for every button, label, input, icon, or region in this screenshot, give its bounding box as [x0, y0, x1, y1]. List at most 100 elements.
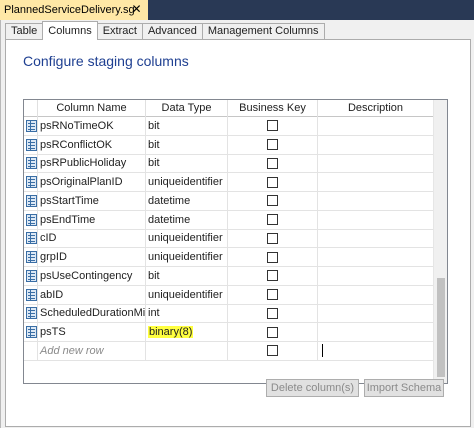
description-cell[interactable] [318, 285, 434, 304]
business-key-cell[interactable] [228, 117, 318, 135]
business-key-checkbox[interactable] [267, 251, 278, 263]
new-row-type-cell[interactable] [146, 342, 228, 360]
tab-advanced[interactable]: Advanced [141, 23, 203, 40]
table-row[interactable]: psRConflictOK bit [24, 135, 434, 155]
row-selector[interactable] [24, 267, 38, 285]
table-row[interactable]: psUseContingency bit [24, 267, 434, 286]
vertical-scrollbar[interactable] [433, 100, 447, 383]
table-row[interactable]: grpID uniqueidentifier [24, 248, 434, 267]
tab-management-columns[interactable]: Management Columns [201, 23, 325, 40]
table-row[interactable]: psRNoTimeOK bit [24, 117, 434, 136]
description-cell[interactable] [318, 229, 434, 248]
column-name-cell[interactable]: psRConflictOK [38, 135, 146, 154]
business-key-cell[interactable] [228, 285, 318, 304]
description-cell[interactable] [318, 267, 434, 285]
description-cell[interactable] [318, 192, 434, 210]
description-cell[interactable] [318, 117, 434, 135]
business-key-cell[interactable] [228, 192, 318, 210]
row-selector[interactable] [24, 173, 38, 191]
table-row[interactable]: abID uniqueidentifier [24, 285, 434, 305]
table-row[interactable]: psEndTime datetime [24, 210, 434, 230]
data-type-cell[interactable]: uniqueidentifier [146, 229, 228, 248]
business-key-checkbox[interactable] [267, 214, 278, 226]
table-row[interactable]: psRPublicHoliday bit [24, 154, 434, 174]
business-key-checkbox[interactable] [267, 289, 278, 301]
business-key-checkbox[interactable] [267, 157, 278, 169]
data-type-cell[interactable]: uniqueidentifier [146, 248, 228, 266]
column-name-cell[interactable]: cID [38, 229, 146, 248]
table-row[interactable]: psOriginalPlanID uniqueidentifier [24, 173, 434, 192]
delete-columns-button[interactable]: Delete column(s) [266, 379, 359, 397]
business-key-checkbox[interactable] [267, 345, 278, 357]
data-type-cell[interactable]: datetime [146, 210, 228, 229]
column-name-cell[interactable]: psRPublicHoliday [38, 154, 146, 173]
table-row[interactable]: psTS binary(8) [24, 323, 434, 342]
header-business-key[interactable]: Business Key [228, 100, 318, 117]
column-name-cell[interactable]: psTS [38, 323, 146, 341]
description-cell[interactable] [318, 323, 434, 341]
row-selector[interactable] [24, 210, 38, 229]
data-type-cell[interactable]: uniqueidentifier [146, 173, 228, 191]
new-row-name-cell[interactable]: Add new row [38, 342, 146, 360]
business-key-cell[interactable] [228, 323, 318, 341]
tab-columns[interactable]: Columns [42, 21, 98, 40]
data-type-cell[interactable]: binary(8) [146, 323, 228, 341]
column-name-cell[interactable]: abID [38, 285, 146, 304]
description-cell[interactable] [318, 154, 434, 173]
description-cell[interactable] [318, 210, 434, 229]
row-selector[interactable] [24, 323, 38, 341]
tab-table[interactable]: Table [5, 23, 44, 40]
table-row[interactable]: psStartTime datetime [24, 192, 434, 211]
column-name-cell[interactable]: psUseContingency [38, 267, 146, 285]
business-key-checkbox[interactable] [267, 176, 278, 188]
row-selector[interactable] [24, 304, 38, 323]
business-key-cell[interactable] [228, 210, 318, 229]
data-type-cell[interactable]: datetime [146, 192, 228, 210]
business-key-cell[interactable] [228, 248, 318, 266]
column-name-cell[interactable]: ScheduledDurationMins [38, 304, 146, 323]
description-cell[interactable] [318, 173, 434, 191]
tab-extract[interactable]: Extract [96, 23, 143, 40]
business-key-cell[interactable] [228, 154, 318, 173]
column-name-cell[interactable]: psEndTime [38, 210, 146, 229]
new-row-description-cell[interactable] [318, 342, 434, 360]
business-key-checkbox[interactable] [267, 270, 278, 282]
import-schema-button[interactable]: Import Schema [364, 379, 444, 397]
row-selector[interactable] [24, 135, 38, 154]
row-selector[interactable] [24, 248, 38, 266]
new-row[interactable]: Add new row [24, 342, 434, 361]
business-key-checkbox[interactable] [267, 307, 278, 319]
row-selector[interactable] [24, 117, 38, 135]
business-key-checkbox[interactable] [267, 120, 278, 132]
data-type-cell[interactable]: bit [146, 135, 228, 154]
new-row-business-key-cell[interactable] [228, 342, 318, 360]
close-icon[interactable]: ✕ [130, 3, 143, 16]
column-name-cell[interactable]: grpID [38, 248, 146, 266]
description-cell[interactable] [318, 135, 434, 154]
business-key-checkbox[interactable] [267, 232, 278, 244]
data-type-cell[interactable]: bit [146, 154, 228, 173]
table-row[interactable]: cID uniqueidentifier [24, 229, 434, 249]
header-column-name[interactable]: Column Name [38, 100, 146, 117]
business-key-cell[interactable] [228, 304, 318, 323]
header-description[interactable]: Description [318, 100, 434, 117]
header-data-type[interactable]: Data Type [146, 100, 228, 117]
business-key-cell[interactable] [228, 267, 318, 285]
column-name-cell[interactable]: psRNoTimeOK [38, 117, 146, 135]
business-key-checkbox[interactable] [267, 195, 278, 207]
business-key-cell[interactable] [228, 135, 318, 154]
data-type-cell[interactable]: bit [146, 117, 228, 135]
staging-columns-grid[interactable]: Column Name Data Type Business Key Descr… [23, 99, 448, 384]
business-key-checkbox[interactable] [267, 326, 278, 338]
column-name-cell[interactable]: psStartTime [38, 192, 146, 210]
data-type-cell[interactable]: int [146, 304, 228, 323]
table-row[interactable]: ScheduledDurationMins int [24, 304, 434, 324]
scrollbar-thumb[interactable] [437, 278, 445, 377]
business-key-cell[interactable] [228, 229, 318, 248]
row-selector[interactable] [24, 229, 38, 248]
business-key-checkbox[interactable] [267, 139, 278, 151]
row-selector[interactable] [24, 154, 38, 173]
document-tab[interactable]: PlannedServiceDelivery.sg ✕ [0, 0, 148, 20]
data-type-cell[interactable]: bit [146, 267, 228, 285]
description-cell[interactable] [318, 304, 434, 323]
